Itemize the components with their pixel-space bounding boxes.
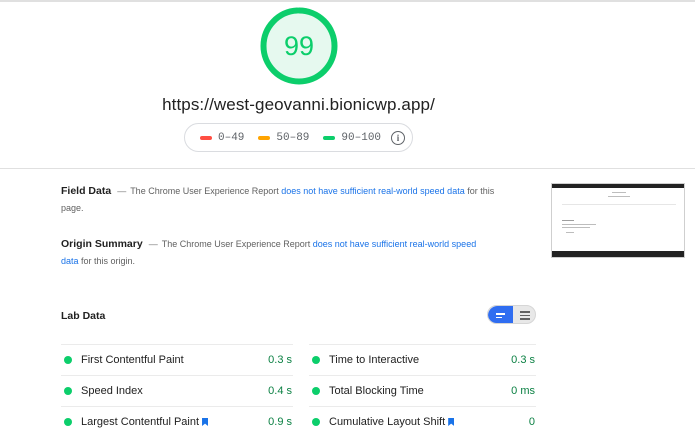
origin-summary-section: Origin Summary — The Chrome User Experienc…	[61, 236, 491, 270]
thumbnail-line	[562, 204, 676, 205]
metric-time-to-interactive: Time to Interactive 0.3 s	[309, 344, 536, 375]
metric-speed-index: Speed Index 0.4 s	[61, 375, 293, 406]
score-value: 99	[283, 30, 315, 61]
metric-largest-contentful-paint: Largest Contentful Paint 0.9 s	[61, 406, 293, 437]
thumbnail-footer	[552, 251, 684, 257]
expanded-list-icon	[520, 311, 530, 320]
pass-indicator-icon	[64, 356, 72, 364]
score-legend: 0–49 50–89 90–100 i	[184, 123, 413, 152]
average-marker-icon	[258, 135, 271, 140]
thumbnail-line	[562, 220, 574, 221]
origin-summary-text-end: for this origin.	[78, 256, 136, 266]
metric-value: 0	[528, 416, 535, 428]
origin-summary-title: Origin Summary	[61, 238, 143, 250]
metric-cumulative-layout-shift: Cumulative Layout Shift 0	[309, 406, 536, 437]
metric-value: 0.9 s	[268, 416, 292, 428]
pass-indicator-icon	[312, 387, 320, 395]
metric-label: First Contentful Paint	[81, 354, 184, 366]
metric-label: Cumulative Layout Shift	[329, 416, 446, 428]
thumbnail-line	[612, 192, 626, 193]
core-web-vital-bookmark-icon	[448, 418, 455, 426]
core-web-vital-bookmark-icon	[202, 418, 209, 426]
origin-summary-text: The Chrome User Experience Report	[161, 239, 313, 249]
info-icon[interactable]: i	[391, 130, 406, 145]
separator-dash: —	[117, 186, 127, 196]
section-divider	[0, 168, 695, 169]
legend-item-poor: 0–49	[200, 132, 244, 144]
thumbnail-line	[562, 224, 596, 225]
metric-value: 0.3 s	[511, 354, 535, 366]
metric-first-contentful-paint: First Contentful Paint 0.3 s	[61, 344, 293, 375]
legend-item-good: 90–100	[323, 132, 381, 144]
field-data-title: Field Data	[61, 185, 112, 197]
metric-label-wrap: Cumulative Layout Shift	[329, 416, 529, 428]
pass-indicator-icon	[64, 418, 72, 426]
metric-value: 0 ms	[511, 385, 535, 397]
legend-label: 50–89	[276, 131, 310, 144]
compact-view-button[interactable]	[488, 306, 513, 323]
metric-total-blocking-time: Total Blocking Time 0 ms	[309, 375, 536, 406]
thumbnail-header	[552, 184, 684, 188]
field-data-link[interactable]: does not have sufficient real-world spee…	[281, 186, 464, 196]
metric-label: Total Blocking Time	[329, 385, 424, 397]
thumbnail-line	[608, 196, 630, 197]
legend-item-average: 50–89	[258, 132, 309, 144]
field-data-section: Field Data — The Chrome User Experience Re…	[61, 183, 501, 217]
pass-indicator-icon	[312, 418, 320, 426]
compact-list-icon	[496, 313, 505, 318]
metric-label: Speed Index	[81, 385, 143, 397]
thumbnail-line	[562, 227, 590, 228]
expanded-view-button[interactable]	[513, 306, 535, 323]
page-screenshot-thumbnail[interactable]	[551, 183, 685, 258]
top-border	[0, 0, 695, 2]
lab-data-title: Lab Data	[61, 310, 106, 322]
separator-dash: —	[148, 239, 158, 249]
poor-marker-icon	[200, 135, 212, 140]
performance-score-gauge: 99	[259, 6, 339, 86]
pass-indicator-icon	[312, 356, 320, 364]
good-marker-icon	[323, 135, 336, 140]
metric-value: 0.4 s	[268, 385, 292, 397]
thumbnail-line	[566, 232, 574, 233]
page-url: https://west-geovanni.bionicwp.app/	[162, 95, 435, 114]
pass-indicator-icon	[64, 387, 72, 395]
metric-label-wrap: Largest Contentful Paint	[81, 416, 268, 428]
metric-label: Largest Contentful Paint	[81, 416, 200, 428]
metrics-view-toggle[interactable]	[487, 305, 536, 324]
legend-label: 90–100	[341, 131, 382, 144]
field-data-text: The Chrome User Experience Report	[130, 186, 282, 196]
legend-label: 0–49	[218, 131, 245, 144]
metric-label: Time to Interactive	[329, 354, 420, 366]
metric-value: 0.3 s	[268, 354, 292, 366]
